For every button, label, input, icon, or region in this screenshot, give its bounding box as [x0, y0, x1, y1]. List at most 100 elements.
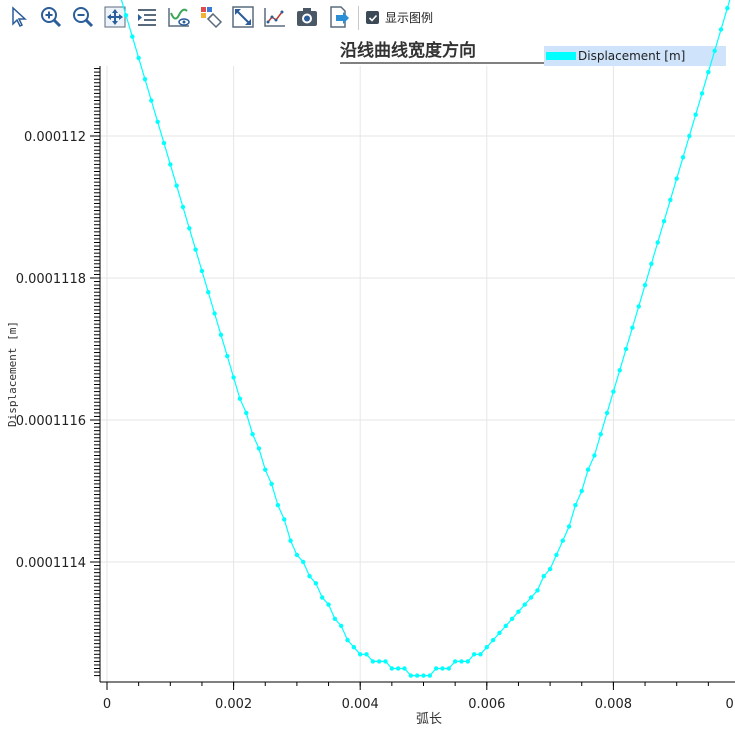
data-point — [212, 311, 217, 316]
data-point — [706, 69, 711, 75]
data-point — [376, 659, 382, 664]
line-chart[interactable]: 0.0001114 0.0001116 0.0001118 0.000112 0 0.0… — [0, 0, 735, 735]
data-point — [421, 673, 426, 678]
data-point — [256, 446, 262, 451]
data-point — [680, 155, 686, 160]
data-point — [699, 91, 705, 96]
data-point — [465, 659, 471, 664]
data-point — [199, 268, 205, 274]
data-point — [573, 503, 578, 508]
data-point — [320, 595, 325, 600]
data-point — [142, 77, 148, 82]
data-point — [712, 48, 717, 53]
data-point — [345, 637, 350, 643]
data-point — [636, 304, 641, 309]
data-point — [408, 673, 414, 678]
data-point — [693, 112, 698, 117]
data-point — [282, 517, 287, 522]
data-point — [225, 353, 230, 359]
data-point — [161, 140, 167, 146]
x-tick-label: 0.002 — [215, 697, 252, 712]
data-point — [275, 503, 281, 508]
data-point — [187, 226, 192, 231]
data-point — [674, 176, 679, 181]
data-point — [433, 666, 439, 671]
data-point — [592, 453, 597, 458]
displacement-series-points — [123, 6, 730, 678]
data-point — [136, 55, 141, 61]
data-point — [358, 652, 363, 657]
data-point — [623, 346, 629, 352]
data-point — [630, 325, 635, 330]
data-point — [661, 219, 667, 224]
data-point — [687, 133, 692, 139]
data-point — [395, 666, 401, 671]
data-point — [604, 410, 610, 416]
data-point — [655, 240, 660, 245]
data-point — [414, 673, 420, 678]
data-point — [130, 34, 135, 39]
x-axis-label: 弧长 — [416, 712, 442, 727]
data-point — [326, 602, 331, 607]
data-point — [231, 375, 236, 380]
data-point — [383, 659, 388, 664]
data-point — [668, 197, 673, 203]
y-tick-label: 0.0001114 — [16, 556, 86, 571]
data-point — [554, 552, 559, 558]
data-point — [218, 332, 224, 337]
data-point — [250, 432, 255, 437]
data-point — [364, 652, 369, 657]
data-point — [598, 432, 603, 437]
x-tick-label: 0.01 — [726, 697, 735, 712]
displacement-series-line — [120, 0, 731, 677]
data-point — [459, 659, 464, 664]
data-point — [560, 538, 565, 543]
grid-lines — [100, 66, 735, 682]
data-point — [288, 538, 293, 543]
data-point — [307, 574, 312, 579]
data-point — [541, 574, 546, 579]
data-point — [585, 467, 591, 472]
x-axis-ticks: 0 0.002 0.004 0.006 0.008 0.01 — [103, 682, 735, 712]
data-point — [269, 481, 274, 487]
data-point — [503, 623, 508, 629]
data-point — [509, 616, 515, 621]
data-point — [174, 183, 179, 188]
x-tick-label: 0.006 — [468, 697, 505, 712]
data-point — [237, 396, 243, 401]
data-point — [611, 389, 616, 394]
y-tick-label: 0.0001116 — [16, 414, 86, 429]
data-point — [566, 524, 572, 529]
data-point — [440, 666, 445, 671]
x-tick-label: 0.008 — [595, 697, 632, 712]
data-point — [579, 488, 584, 494]
y-axis-label: Displacement [m] — [6, 321, 19, 427]
data-point — [244, 410, 249, 416]
data-point — [642, 282, 648, 288]
data-point — [718, 27, 724, 32]
data-point — [351, 645, 357, 650]
data-point — [522, 602, 527, 607]
data-point — [263, 467, 268, 472]
data-point — [471, 652, 477, 657]
data-point — [168, 162, 173, 167]
data-point — [516, 609, 521, 614]
data-point — [301, 559, 306, 565]
data-point — [294, 552, 300, 558]
data-point — [617, 368, 622, 373]
data-point — [193, 247, 198, 252]
y-tick-label: 0.000112 — [24, 130, 86, 145]
data-point — [484, 645, 489, 650]
data-point — [123, 13, 129, 18]
data-point — [452, 659, 458, 664]
data-point — [149, 98, 154, 103]
x-tick-label: 0 — [103, 697, 111, 712]
data-point — [155, 119, 160, 125]
data-point — [313, 581, 319, 586]
data-point — [402, 666, 407, 671]
data-point — [528, 595, 534, 600]
data-point — [649, 261, 654, 266]
data-point — [490, 637, 496, 643]
data-point — [339, 623, 344, 629]
data-point — [427, 673, 433, 678]
